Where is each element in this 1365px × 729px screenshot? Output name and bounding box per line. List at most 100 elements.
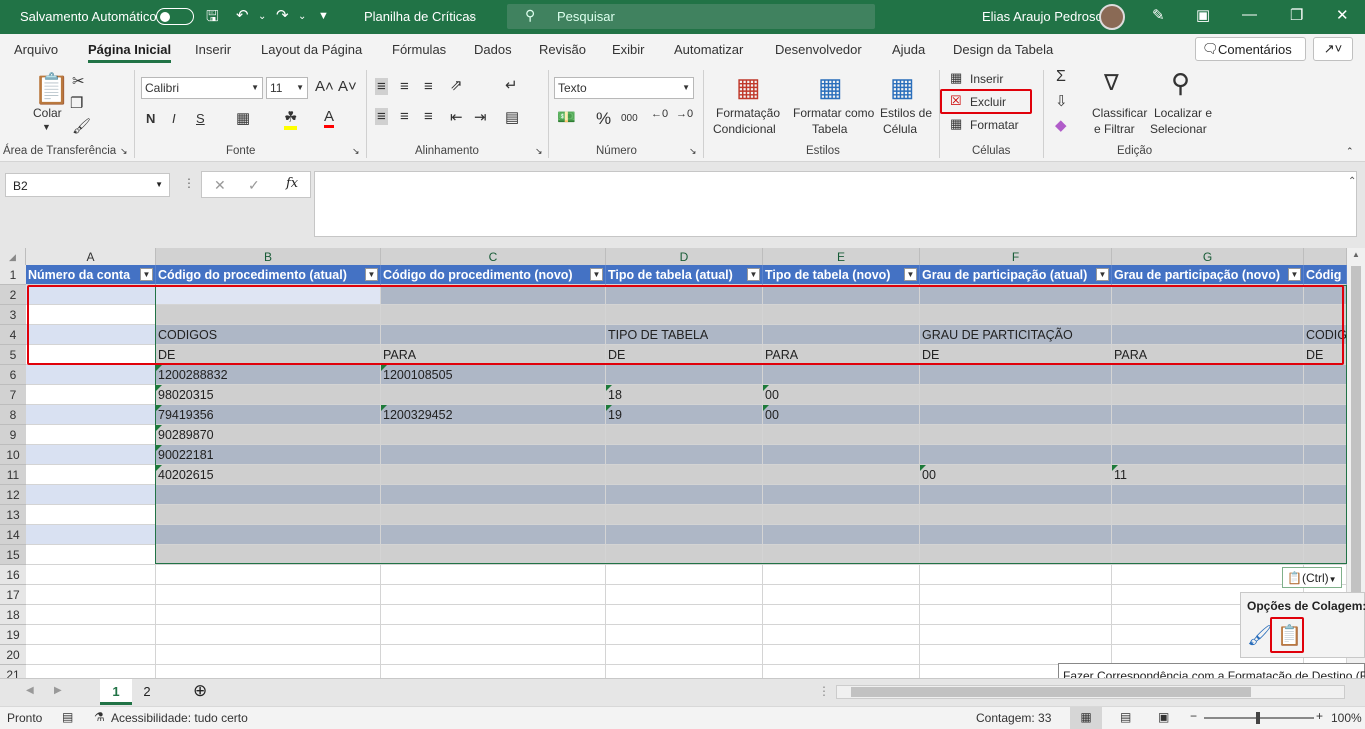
tab-exibir[interactable]: Exibir [612, 42, 645, 57]
table-header-cell[interactable]: Número da conta ▼ [26, 265, 156, 285]
scroll-up-icon[interactable]: ▲ [1352, 250, 1360, 259]
merge-center-icon[interactable]: ▤ [505, 108, 519, 126]
cell[interactable]: 90022181 [156, 445, 381, 465]
borders-icon[interactable]: ▦ [236, 109, 250, 127]
cell[interactable] [381, 565, 606, 585]
table-header-cell[interactable]: Tipo de tabela (novo) ▼ [763, 265, 920, 285]
row-header-2[interactable]: 2 [0, 285, 26, 305]
redo-icon[interactable]: ↷ [276, 6, 289, 24]
align-right-icon[interactable]: ≡ [424, 108, 433, 125]
decrease-decimal-icon[interactable]: →0 [676, 108, 693, 120]
cell[interactable] [606, 445, 763, 465]
cell[interactable] [606, 365, 763, 385]
table-header-cell[interactable]: Tipo de tabela (atual) ▼ [606, 265, 763, 285]
cell[interactable] [920, 625, 1112, 645]
cell[interactable] [1112, 545, 1304, 565]
name-box[interactable]: B2 ▼ [5, 173, 170, 197]
cell[interactable] [606, 465, 763, 485]
cell[interactable] [381, 425, 606, 445]
increase-font-icon[interactable]: A˄ [315, 78, 334, 95]
cell[interactable] [606, 525, 763, 545]
row-header-12[interactable]: 12 [0, 485, 26, 505]
align-bottom-icon[interactable]: ≡ [424, 78, 433, 95]
cell[interactable] [606, 565, 763, 585]
tab-pagina-inicial[interactable]: Página Inicial [88, 42, 172, 63]
cell[interactable] [1112, 445, 1304, 465]
fill-color-icon[interactable]: ☘ [284, 108, 298, 130]
page-layout-icon[interactable]: ▤ [1120, 710, 1131, 724]
cell[interactable]: 1200108505 [381, 365, 606, 385]
cell[interactable] [920, 605, 1112, 625]
cell[interactable]: 79419356 [156, 405, 381, 425]
paste-icon[interactable]: 📋 [33, 72, 70, 107]
redo-dropdown-icon[interactable]: ⌄ [298, 11, 306, 22]
cell[interactable] [381, 445, 606, 465]
cell[interactable] [381, 665, 606, 678]
column-header-A[interactable]: A [26, 248, 156, 265]
comments-button[interactable]: 🗨 Comentários [1195, 37, 1306, 61]
cell[interactable] [763, 425, 920, 445]
launcher-icon[interactable]: ↘ [120, 146, 128, 157]
cell[interactable] [920, 645, 1112, 665]
table-header-cell[interactable]: Grau de participação (novo) ▼ [1112, 265, 1304, 285]
column-header-C[interactable]: C [381, 248, 606, 265]
format-cells-icon[interactable]: ▦ [950, 116, 962, 132]
bold-button[interactable]: N [146, 111, 155, 126]
cell[interactable] [763, 465, 920, 485]
cell-styles-label-2[interactable]: Célula [883, 122, 917, 136]
cell[interactable] [1304, 485, 1347, 505]
cell[interactable]: 19 [606, 405, 763, 425]
cell[interactable] [1304, 405, 1347, 425]
cell[interactable] [1304, 365, 1347, 385]
cell[interactable] [606, 425, 763, 445]
filter-dropdown-icon[interactable]: ▼ [140, 268, 153, 281]
cond-format-label-1[interactable]: Formatação [716, 106, 780, 120]
column-header-H[interactable] [1304, 248, 1347, 265]
tab-automatizar[interactable]: Automatizar [674, 42, 743, 57]
format-as-table-icon[interactable]: ▦ [818, 72, 843, 103]
cell[interactable] [1304, 445, 1347, 465]
align-center-icon[interactable]: ≡ [400, 108, 409, 125]
avatar[interactable] [1099, 4, 1125, 30]
scrollbar-thumb[interactable] [1351, 266, 1361, 646]
cell[interactable] [26, 505, 156, 525]
row-header-17[interactable]: 17 [0, 585, 26, 605]
cell[interactable]: 00 [763, 385, 920, 405]
page-break-icon[interactable]: ▣ [1158, 710, 1169, 724]
cell[interactable]: 11 [1112, 465, 1304, 485]
row-header-21[interactable]: 21 [0, 665, 26, 678]
cell[interactable] [381, 385, 606, 405]
search-box[interactable]: ⚲ Pesquisar [507, 4, 875, 29]
cond-format-label-2[interactable]: Condicional [713, 122, 776, 136]
hscroll-thumb[interactable] [851, 687, 1251, 697]
cell[interactable] [156, 625, 381, 645]
launcher-icon[interactable]: ↘ [352, 146, 360, 157]
cell[interactable] [1304, 385, 1347, 405]
cell[interactable] [763, 605, 920, 625]
cell[interactable]: 98020315 [156, 385, 381, 405]
row-header-20[interactable]: 20 [0, 645, 26, 665]
formula-input[interactable] [314, 171, 1357, 237]
format-painter-icon[interactable]: 🖌 [72, 117, 91, 135]
cell[interactable] [1112, 385, 1304, 405]
insert-function-icon[interactable]: fx [286, 176, 298, 191]
column-header-E[interactable]: E [763, 248, 920, 265]
cell[interactable] [156, 525, 381, 545]
undo-dropdown-icon[interactable]: ⌄ [258, 11, 266, 22]
cell[interactable] [26, 525, 156, 545]
find-label-2[interactable]: Selecionar [1150, 122, 1207, 136]
row-header-18[interactable]: 18 [0, 605, 26, 625]
find-label-1[interactable]: Localizar e [1154, 106, 1212, 120]
row-header-9[interactable]: 9 [0, 425, 26, 445]
tab-desenvolvedor[interactable]: Desenvolvedor [775, 42, 862, 57]
cell-styles-label-1[interactable]: Estilos de [880, 106, 932, 120]
insert-cells-button[interactable]: Inserir [970, 72, 1003, 86]
cell[interactable] [920, 545, 1112, 565]
cell[interactable] [1112, 365, 1304, 385]
cell[interactable] [26, 445, 156, 465]
tab-revisao[interactable]: Revisão [539, 42, 586, 57]
row-header-3[interactable]: 3 [0, 305, 26, 325]
decrease-indent-icon[interactable]: ⇤ [450, 108, 463, 126]
cell[interactable] [1112, 505, 1304, 525]
user-name[interactable]: Elias Araujo Pedroso [982, 9, 1103, 24]
